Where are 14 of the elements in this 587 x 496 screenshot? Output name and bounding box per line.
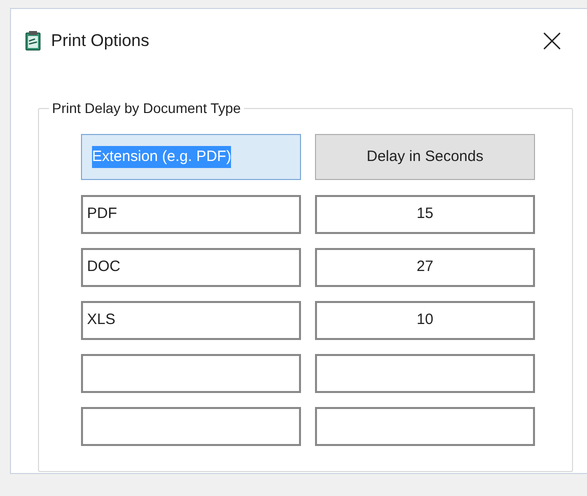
notepad-icon — [25, 31, 41, 51]
window-title: Print Options — [51, 30, 150, 52]
extension-field[interactable] — [81, 354, 301, 393]
delay-field[interactable]: 27 — [315, 248, 535, 287]
extension-field[interactable]: DOC — [81, 248, 301, 287]
extension-field[interactable]: XLS — [81, 301, 301, 340]
delay-field[interactable]: 15 — [315, 195, 535, 234]
extension-field[interactable]: PDF — [81, 195, 301, 234]
delay-field[interactable] — [315, 407, 535, 446]
extension-field[interactable] — [81, 407, 301, 446]
delay-header-button[interactable]: Delay in Seconds — [315, 134, 535, 180]
close-icon[interactable] — [543, 32, 561, 50]
delay-field[interactable] — [315, 354, 535, 393]
delay-field[interactable]: 10 — [315, 301, 535, 340]
